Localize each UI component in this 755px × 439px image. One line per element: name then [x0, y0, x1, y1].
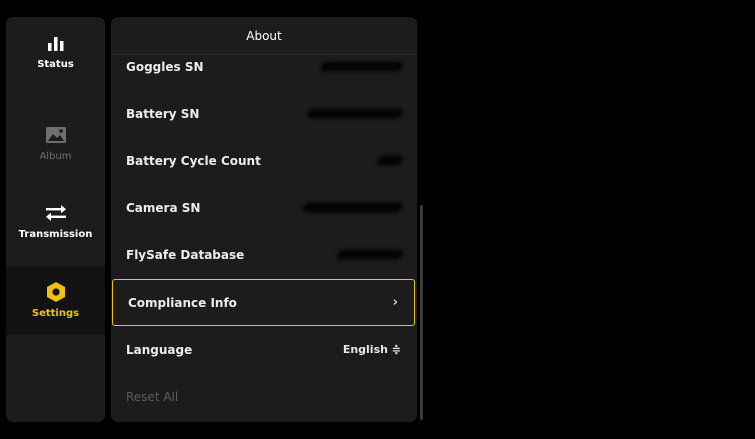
row-label: FlySafe Database	[126, 247, 245, 262]
row-flysafe-database: FlySafe Database	[111, 231, 417, 278]
row-compliance-info[interactable]: Compliance Info ›	[112, 279, 415, 326]
redacted-value	[337, 251, 403, 258]
row-language[interactable]: Language English ≑	[111, 326, 417, 373]
nav-item-album[interactable]: Album	[6, 109, 105, 178]
row-label: Battery Cycle Count	[126, 153, 261, 168]
redacted-value	[377, 157, 403, 164]
row-label: Goggles SN	[126, 59, 204, 74]
row-goggles-sn: Goggles SN	[111, 43, 417, 90]
row-label: Camera SN	[126, 200, 201, 215]
row-label: Language	[126, 342, 193, 357]
scrollbar[interactable]	[420, 205, 423, 420]
redacted-value	[321, 63, 403, 70]
redacted-value	[303, 204, 403, 211]
row-battery-cycle-count: Battery Cycle Count	[111, 137, 417, 184]
nav-rail: Status Album Transmission Settings	[6, 17, 105, 422]
row-label: Battery SN	[126, 106, 200, 121]
transfer-arrows-icon	[43, 202, 69, 224]
chevron-right-icon: ›	[392, 295, 398, 310]
nav-item-settings[interactable]: Settings	[6, 266, 105, 335]
row-battery-sn: Battery SN	[111, 90, 417, 137]
nav-label-transmission: Transmission	[18, 229, 93, 240]
row-camera-sn: Camera SN	[111, 184, 417, 231]
nav-label-status: Status	[37, 59, 74, 70]
redacted-value	[307, 110, 403, 117]
row-reset-all: Reset All	[111, 373, 417, 420]
row-label: Reset All	[126, 389, 179, 404]
nav-label-album: Album	[39, 151, 72, 162]
nav-item-status[interactable]: Status	[6, 17, 105, 86]
bar-chart-icon	[43, 32, 69, 54]
nav-label-settings: Settings	[31, 308, 80, 319]
language-value: English ≑	[342, 343, 401, 356]
hex-gear-icon	[43, 281, 69, 303]
row-label: Compliance Info	[128, 295, 237, 310]
nav-item-transmission[interactable]: Transmission	[6, 187, 105, 256]
image-icon	[43, 124, 69, 146]
about-panel: About Goggles SN Battery SN Battery Cycl…	[111, 17, 417, 422]
